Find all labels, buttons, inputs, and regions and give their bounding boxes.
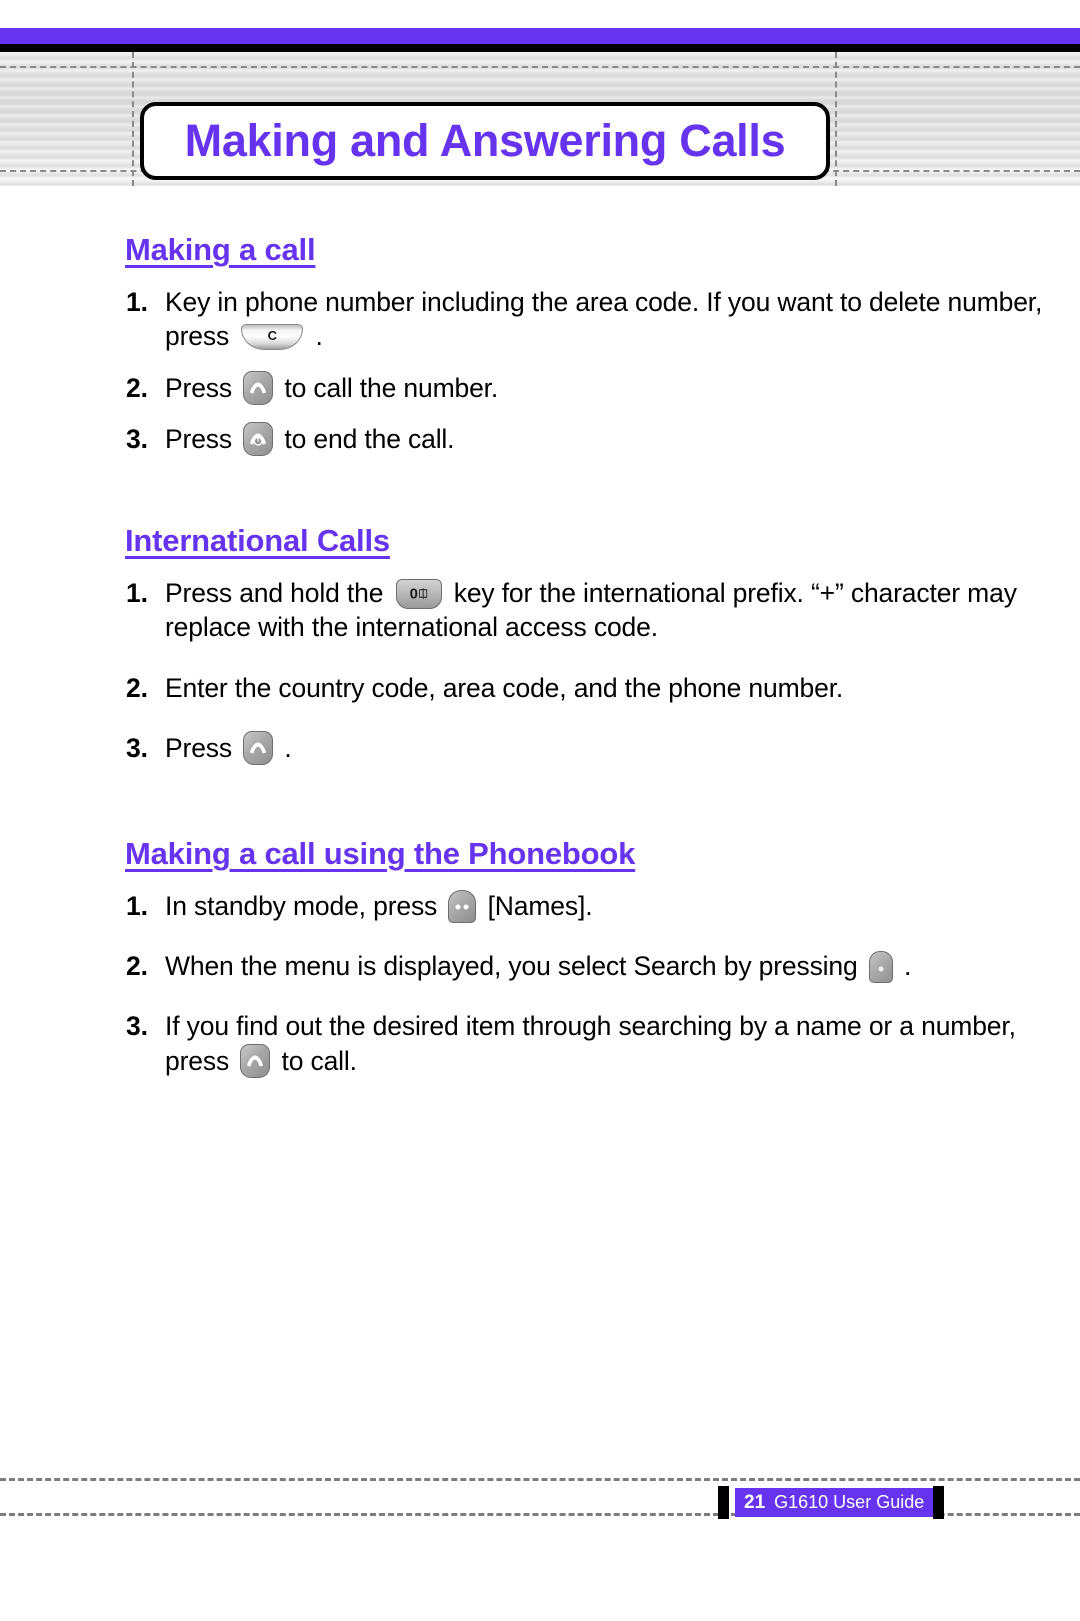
section-heading-international-calls: International Calls	[125, 522, 390, 558]
section-heading-wrap: Making a call using the Phonebook	[0, 836, 1080, 872]
zero-key-label: 0⎅	[409, 585, 428, 602]
footer-page-number: 21	[744, 1491, 766, 1513]
header-purple-rule	[0, 28, 1080, 44]
section-phonebook-call: Making a call using the Phonebook 1. In …	[0, 836, 1080, 1079]
steps-list-phonebook: 1. In standby mode, press [Names]. 2. Wh…	[0, 889, 1080, 1079]
step-text: In standby mode, press	[165, 890, 445, 921]
crop-guide-vertical-left	[132, 52, 134, 186]
footer-tick-right	[933, 1486, 944, 1519]
section-heading-wrap: International Calls	[0, 523, 1080, 559]
crop-guide-horizontal-upper	[0, 66, 1080, 68]
steps-list-making-a-call: 1. Key in phone number including the are…	[0, 285, 1080, 457]
page-title-box: Making and Answering Calls	[140, 102, 830, 180]
page-content: Making a call 1. Key in phone number inc…	[0, 186, 1080, 1078]
step-item: 3. Press .	[0, 731, 1080, 766]
step-text-tail: to end the call.	[277, 424, 455, 455]
page-footer: 21 G1610 User Guide	[0, 1478, 1080, 1538]
step-number: 2.	[126, 672, 148, 703]
step-text: Press	[165, 372, 240, 403]
step-number: 1.	[126, 577, 148, 608]
right-soft-key-icon	[868, 950, 893, 983]
steps-list-international-calls: 1. Press and hold the 0⎅ key for the int…	[0, 576, 1080, 766]
step-item: 2. Press to call the number.	[0, 370, 1080, 405]
step-item: 2. Enter the country code, area code, an…	[0, 671, 1080, 705]
step-item: 2. When the menu is displayed, you selec…	[0, 949, 1080, 983]
step-text: Enter the country code, area code, and t…	[165, 672, 844, 703]
step-number: 1.	[126, 890, 148, 921]
step-text: Press	[165, 424, 240, 455]
section-making-a-call: Making a call 1. Key in phone number inc…	[0, 232, 1080, 457]
section-heading-wrap: Making a call	[0, 232, 1080, 268]
page-header: Making and Answering Calls	[0, 0, 1080, 186]
send-key-icon	[240, 1043, 271, 1078]
clear-key-label: C	[267, 328, 277, 344]
left-soft-key-icon	[448, 889, 477, 923]
step-number: 1.	[126, 287, 148, 317]
page-title: Making and Answering Calls	[184, 115, 786, 166]
section-international-calls: International Calls 1. Press and hold th…	[0, 523, 1080, 766]
footer-bar: 21 G1610 User Guide	[735, 1488, 937, 1517]
header-top-margin	[0, 0, 1080, 28]
step-text: Press and hold the	[165, 577, 391, 608]
header-black-rule	[0, 44, 1080, 52]
step-number: 3.	[126, 1011, 148, 1042]
send-key-icon	[243, 731, 274, 766]
step-text-tail: .	[896, 950, 912, 981]
step-text-tail: [Names].	[480, 890, 593, 921]
step-number: 3.	[126, 733, 148, 764]
step-text: Press	[165, 733, 240, 764]
zero-key-submark: ⎅	[418, 588, 428, 600]
step-item: 3. If you find out the desired item thro…	[0, 1009, 1080, 1078]
footer-tick-left	[718, 1486, 729, 1519]
step-text-tail: .	[308, 321, 323, 352]
step-text-tail: to call.	[274, 1045, 357, 1076]
step-number: 3.	[126, 424, 148, 455]
clear-key-icon: C	[241, 324, 304, 351]
end-key-icon	[243, 422, 274, 457]
step-text-tail: .	[277, 733, 292, 764]
left-soft-key-dots	[455, 904, 469, 910]
step-number: 2.	[126, 950, 148, 981]
step-item: 1. Press and hold the 0⎅ key for the int…	[0, 576, 1080, 645]
section-heading-making-a-call: Making a call	[125, 232, 316, 267]
footer-guide-label: G1610 User Guide	[774, 1492, 925, 1512]
crop-guide-vertical-right	[835, 52, 837, 186]
send-key-icon	[243, 370, 274, 405]
footer-crop-guide-upper	[0, 1478, 1080, 1481]
step-item: 1. In standby mode, press [Names].	[0, 889, 1080, 923]
right-soft-key-dot	[878, 966, 884, 972]
step-item: 3. Press to end the call.	[0, 422, 1080, 457]
step-number: 2.	[126, 372, 148, 403]
zero-key-icon: 0⎅	[395, 578, 442, 609]
step-text: When the menu is displayed, you select S…	[165, 950, 865, 981]
step-text-tail: to call the number.	[277, 372, 499, 403]
step-item: 1. Key in phone number including the are…	[0, 285, 1080, 354]
section-heading-phonebook: Making a call using the Phonebook	[125, 835, 636, 871]
